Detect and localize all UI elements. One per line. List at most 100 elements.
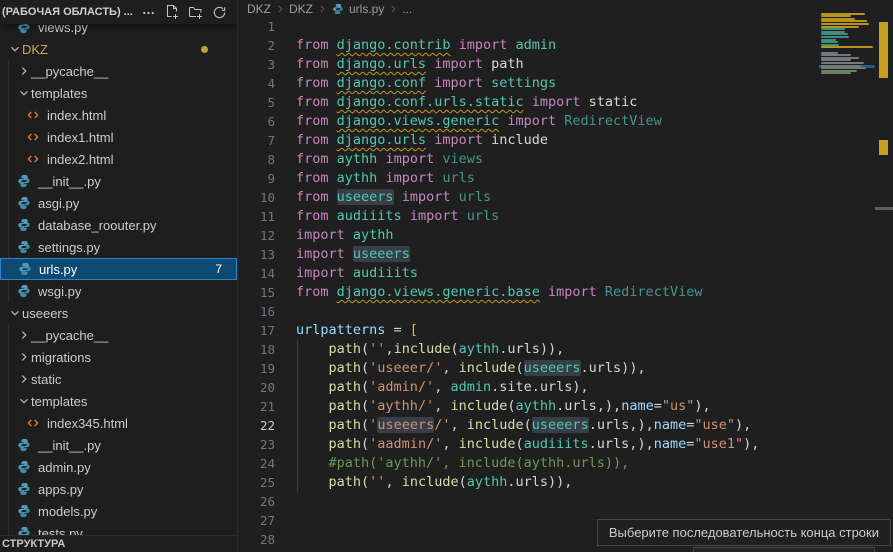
code-line-25[interactable]: 25 path('', include(aythh.urls)), (239, 473, 875, 492)
code-line-12[interactable]: 12import aythh (239, 226, 875, 245)
line-number[interactable]: 12 (239, 226, 275, 245)
line-number[interactable]: 19 (239, 359, 275, 378)
tree-item-label: __init__.py (38, 438, 101, 453)
breadcrumb-item[interactable]: urls.py (349, 2, 384, 16)
line-number[interactable]: 14 (239, 264, 275, 283)
line-number[interactable]: 27 (239, 511, 275, 530)
breadcrumb[interactable]: DKZ DKZ urls.py ... (239, 0, 893, 17)
tree-item-label: templates (31, 86, 87, 101)
refresh-icon[interactable] (212, 3, 227, 21)
line-number[interactable]: 28 (239, 530, 275, 549)
code-line-20[interactable]: 20 path('admin/', admin.site.urls), (239, 378, 875, 397)
breadcrumb-item[interactable]: DKZ (247, 2, 271, 16)
code-line-7[interactable]: 7 from django.urls import include (239, 131, 875, 150)
code-line-14[interactable]: 14import audiiits (239, 264, 875, 283)
line-number[interactable]: 2 (239, 36, 275, 55)
breadcrumb-item[interactable]: DKZ (289, 2, 313, 16)
tree-item-templates[interactable]: templates (0, 390, 237, 412)
tree-item-migrations[interactable]: migrations (0, 346, 237, 368)
breadcrumb-item[interactable]: ... (402, 2, 412, 16)
code-line-11[interactable]: 11from audiiits import urls (239, 207, 875, 226)
code-line-5[interactable]: 5from django.conf.urls.static import sta… (239, 93, 875, 112)
line-number[interactable]: 26 (239, 492, 275, 511)
line-number[interactable]: 4 (239, 74, 275, 93)
line-number[interactable]: 9 (239, 169, 275, 188)
line-number[interactable]: 16 (239, 302, 275, 321)
code-line-3[interactable]: 3from django.urls import path (239, 55, 875, 74)
line-number[interactable]: 20 (239, 378, 275, 397)
line-number[interactable]: 7 (239, 131, 275, 150)
line-number[interactable]: 8 (239, 150, 275, 169)
tree-item-index2.html[interactable]: index2.html (0, 148, 237, 170)
line-number[interactable]: 18 (239, 340, 275, 359)
tree-item-label: asgi.py (38, 196, 79, 211)
code-line-8[interactable]: 8from aythh import views (239, 150, 875, 169)
new-file-icon[interactable] (164, 3, 180, 21)
minimap-line (821, 72, 851, 74)
tree-item-urls.py[interactable]: urls.py7 (0, 258, 237, 280)
code-text: from django.urls import include (296, 131, 548, 150)
line-number[interactable]: 11 (239, 207, 275, 226)
tree-item-__pycache__[interactable]: __pycache__ (0, 60, 237, 82)
tree-item-index.html[interactable]: index.html (0, 104, 237, 126)
tree-item-index345.html[interactable]: index345.html (0, 412, 237, 434)
outline-section-header[interactable]: СТРУКТУРА (0, 535, 237, 552)
explorer-section-header[interactable]: (РАБОЧАЯ ОБЛАСТЬ) ... (0, 0, 237, 24)
tree-item-models.py[interactable]: models.py (0, 500, 237, 522)
tree-item-__init__.py[interactable]: __init__.py (0, 170, 237, 192)
line-number[interactable]: 13 (239, 245, 275, 264)
minimap[interactable] (819, 5, 875, 95)
tree-item-static[interactable]: static (0, 368, 237, 390)
line-number[interactable]: 22 (239, 416, 275, 435)
code-line-6[interactable]: 6from django.views.generic import Redire… (239, 112, 875, 131)
line-number[interactable]: 3 (239, 55, 275, 74)
line-number[interactable]: 23 (239, 435, 275, 454)
line-number[interactable]: 25 (239, 473, 275, 492)
tree-item-label: useeers (22, 306, 68, 321)
code-line-9[interactable]: 9from aythh import urls (239, 169, 875, 188)
tree-item-__init__.py[interactable]: __init__.py (0, 434, 237, 456)
tree-item-database_roouter.py[interactable]: database_roouter.py (0, 214, 237, 236)
line-number[interactable]: 5 (239, 93, 275, 112)
tree-item-apps.py[interactable]: apps.py (0, 478, 237, 500)
code-line-26[interactable]: 26 (239, 492, 875, 511)
new-folder-icon[interactable] (188, 3, 204, 21)
line-number[interactable]: 1 (239, 17, 275, 36)
code-line-15[interactable]: 15from django.views.generic.base import … (239, 283, 875, 302)
code-line-17[interactable]: 17urlpatterns = [ (239, 321, 875, 340)
line-number[interactable]: 10 (239, 188, 275, 207)
line-number[interactable]: 21 (239, 397, 275, 416)
tree-item-asgi.py[interactable]: asgi.py (0, 192, 237, 214)
more-actions-icon[interactable] (141, 3, 156, 21)
tree-item-DKZ[interactable]: DKZ (0, 38, 237, 60)
code-line-16[interactable]: 16 (239, 302, 875, 321)
tree-item-label: database_roouter.py (38, 218, 157, 233)
code-area[interactable]: 12from django.contrib import admin3from … (239, 17, 875, 552)
collapse-folders-icon[interactable] (235, 3, 238, 21)
code-line-22[interactable]: 22 path('useeers/', include(useeers.urls… (239, 416, 875, 435)
code-line-21[interactable]: 21 path('aythh/', include(aythh.urls,),n… (239, 397, 875, 416)
code-line-4[interactable]: 4from django.conf import settings (239, 74, 875, 93)
overview-ruler[interactable] (875, 0, 893, 552)
line-number[interactable]: 6 (239, 112, 275, 131)
code-line-19[interactable]: 19 path('useeer/', include(useeers.urls)… (239, 359, 875, 378)
tree-item-index1.html[interactable]: index1.html (0, 126, 237, 148)
tree-item-templates[interactable]: templates (0, 82, 237, 104)
tree-item-useeers[interactable]: useeers (0, 302, 237, 324)
code-line-1[interactable]: 1 (239, 17, 875, 36)
code-line-18[interactable]: 18 path('',include(aythh.urls)), (239, 340, 875, 359)
tree-item-admin.py[interactable]: admin.py (0, 456, 237, 478)
minimap-line (821, 62, 864, 64)
code-text: path('admin/', admin.site.urls), (296, 378, 589, 397)
tree-item-settings.py[interactable]: settings.py (0, 236, 237, 258)
code-line-2[interactable]: 2from django.contrib import admin (239, 36, 875, 55)
tree-item-__pycache__[interactable]: __pycache__ (0, 324, 237, 346)
code-line-10[interactable]: 10from useeers import urls (239, 188, 875, 207)
tree-item-wsgi.py[interactable]: wsgi.py (0, 280, 237, 302)
line-number[interactable]: 15 (239, 283, 275, 302)
code-line-24[interactable]: 24 #path('aythh/', include(aythh.urls)), (239, 454, 875, 473)
line-number[interactable]: 24 (239, 454, 275, 473)
line-number[interactable]: 17 (239, 321, 275, 340)
code-line-23[interactable]: 23 path('aadmin/', include(audiiits.urls… (239, 435, 875, 454)
code-line-13[interactable]: 13import useeers (239, 245, 875, 264)
